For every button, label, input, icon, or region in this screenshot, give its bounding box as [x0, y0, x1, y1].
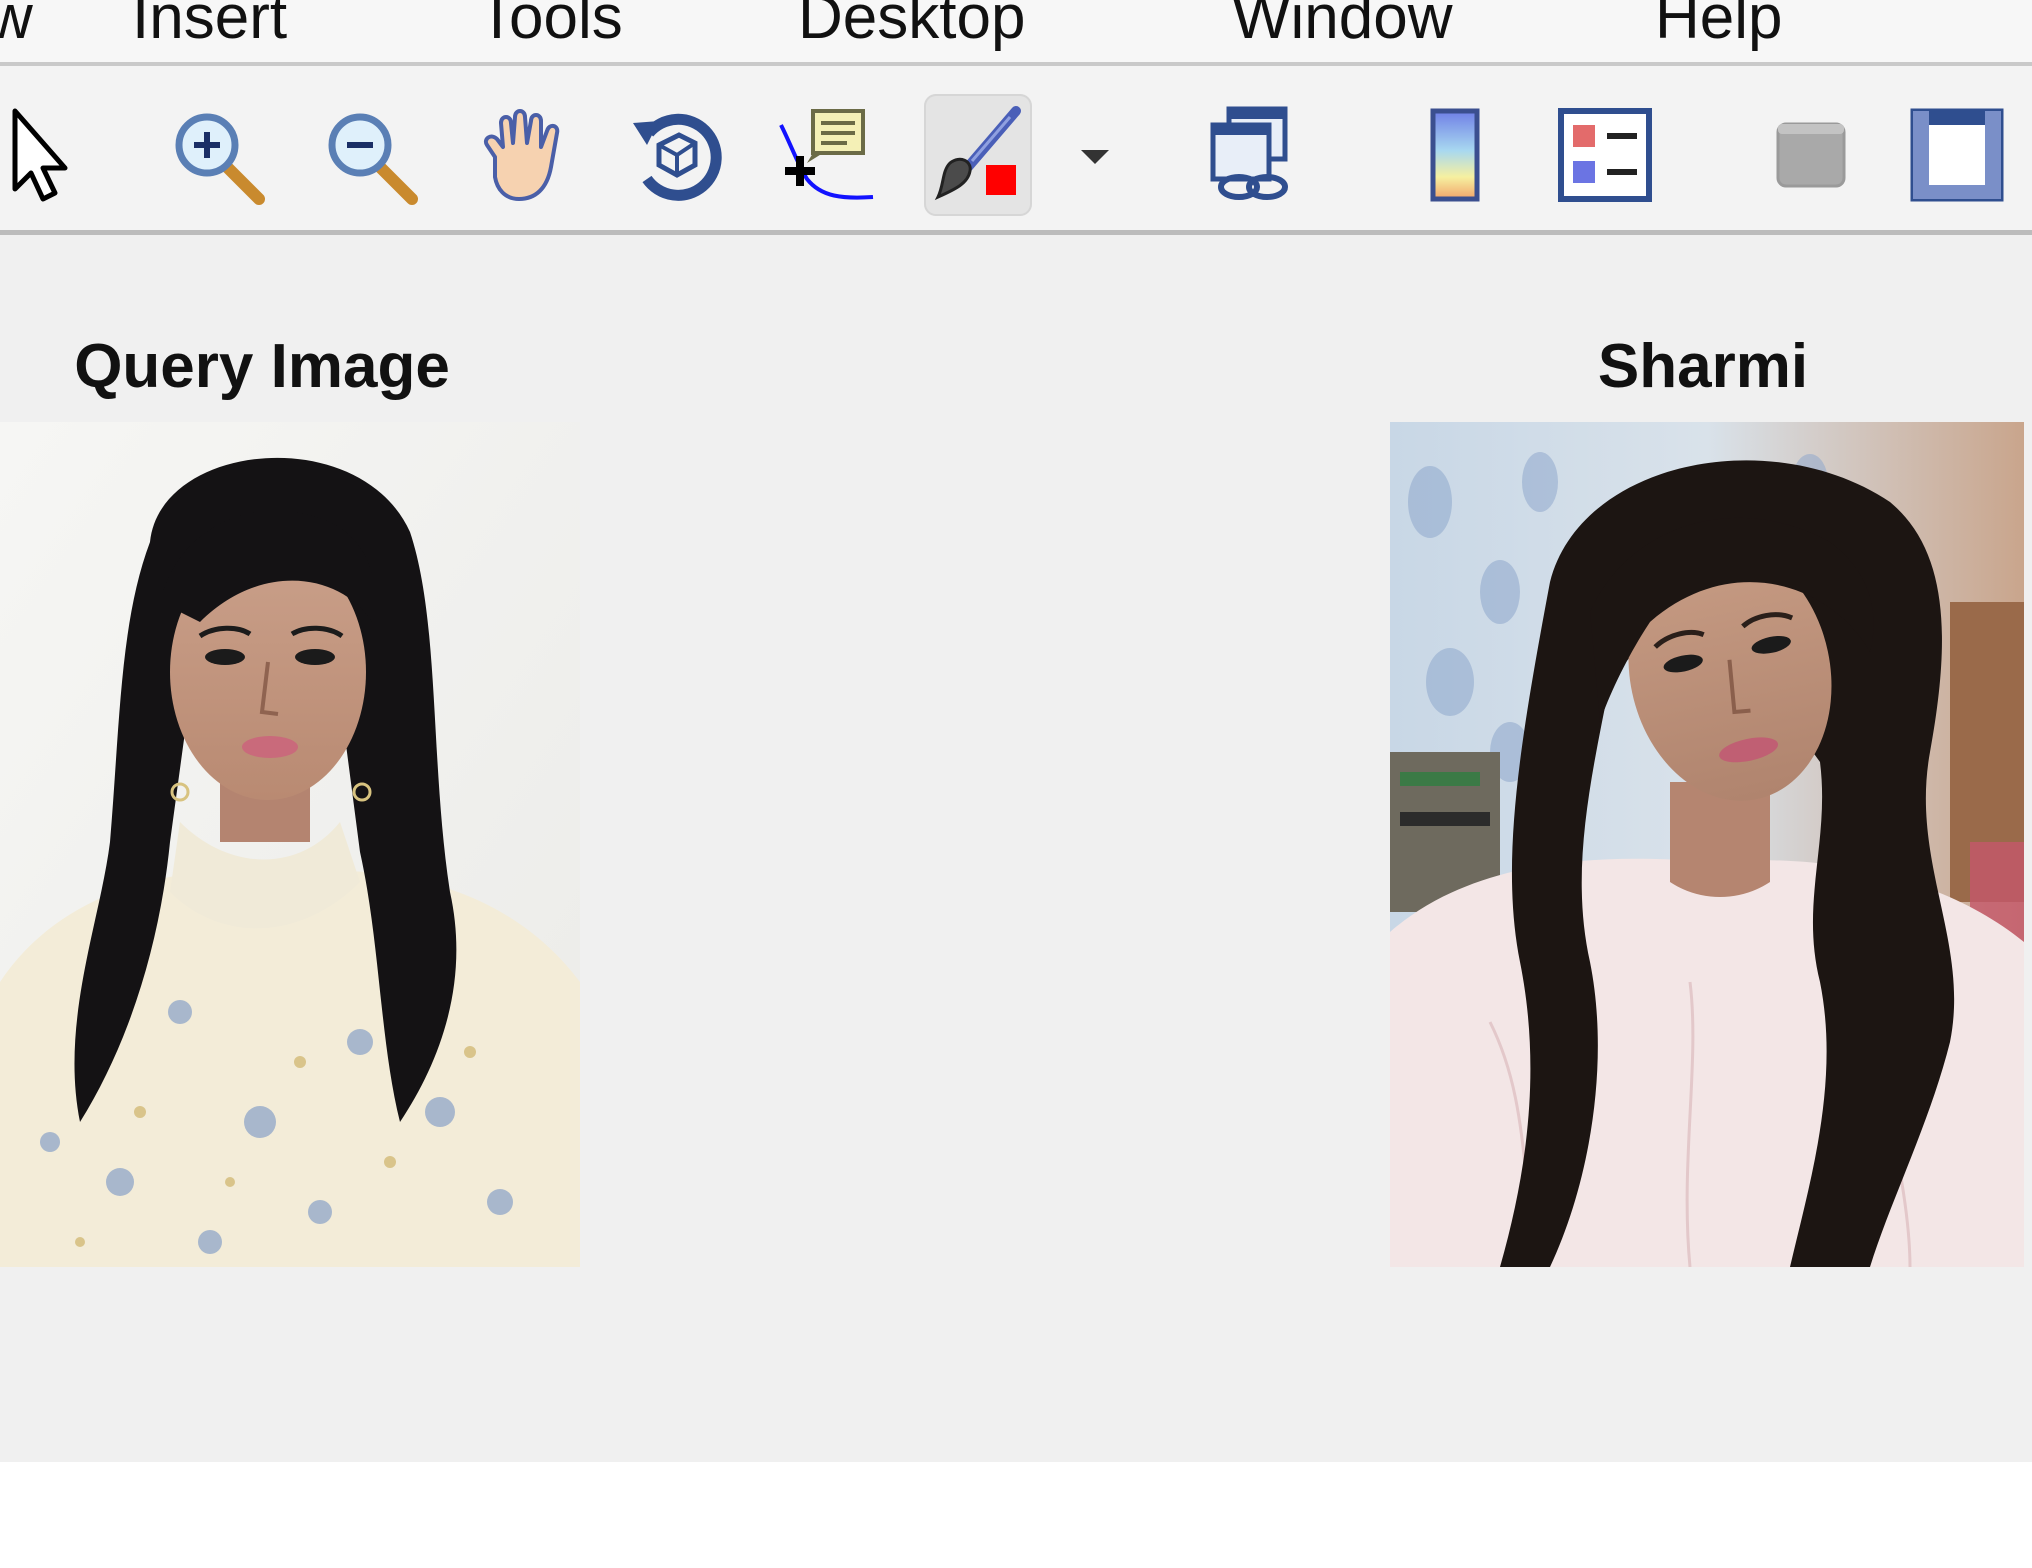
menu-help[interactable]: Help: [1655, 0, 1783, 58]
window-bottom-area: [0, 1462, 2032, 1568]
colorbar-icon: [1415, 105, 1495, 205]
data-cursor-button[interactable]: [772, 100, 882, 210]
query-image: [0, 422, 580, 1267]
legend-icon: [1555, 105, 1655, 205]
edit-plot-button[interactable]: [0, 100, 88, 210]
insert-colorbar-button[interactable]: [1400, 100, 1510, 210]
dropdown-arrow-icon: [1075, 140, 1115, 170]
show-plot-tools-icon: [1907, 105, 2007, 205]
link-plot-icon: [1203, 105, 1303, 205]
pan-hand-icon: [473, 105, 573, 205]
insert-legend-button[interactable]: [1550, 100, 1660, 210]
menu-view[interactable]: w: [0, 0, 33, 58]
show-plot-tools-button[interactable]: [1902, 100, 2012, 210]
zoom-out-icon: [320, 105, 420, 205]
zoom-out-button[interactable]: [315, 100, 425, 210]
zoom-in-button[interactable]: [162, 100, 272, 210]
hide-plot-tools-button[interactable]: [1756, 100, 1866, 210]
matlab-figure-window: w Insert Tools Desktop Window Help Query…: [0, 0, 2032, 1568]
menu-desktop[interactable]: Desktop: [798, 0, 1025, 58]
pan-button[interactable]: [468, 100, 578, 210]
query-image-title: Query Image: [74, 332, 450, 401]
rotate-3d-button[interactable]: [620, 100, 730, 210]
link-plot-button[interactable]: [1198, 100, 1308, 210]
menu-bar: w Insert Tools Desktop Window Help: [0, 0, 2032, 62]
hide-plot-tools-icon: [1766, 110, 1856, 200]
menu-tools[interactable]: Tools: [478, 0, 623, 58]
menu-insert[interactable]: Insert: [132, 0, 287, 58]
zoom-in-icon: [167, 105, 267, 205]
rotate-3d-icon: [625, 105, 725, 205]
menu-window[interactable]: Window: [1232, 0, 1453, 58]
arrow-pointer-icon: [0, 105, 73, 205]
figure-toolbar: [0, 66, 2032, 230]
matched-image: [1390, 422, 2024, 1267]
brush-options-dropdown[interactable]: [1040, 100, 1150, 210]
figure-canvas: Query Image Sharmi: [0, 235, 2032, 1462]
match-name-title: Sharmi: [1597, 332, 1809, 401]
brush-button[interactable]: [924, 94, 1032, 216]
brush-icon: [928, 105, 1028, 205]
data-cursor-icon: [777, 105, 877, 205]
